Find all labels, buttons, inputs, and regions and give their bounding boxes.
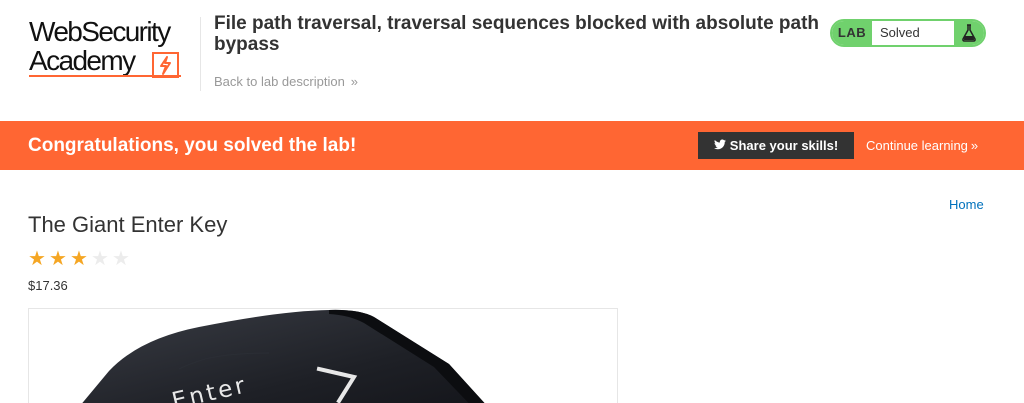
product-title: The Giant Enter Key [28,212,228,237]
share-button-label: Share your skills! [729,138,839,153]
product-image: Enter [28,308,618,403]
star-empty-icon: ★ [112,248,130,270]
home-link[interactable]: Home [949,197,984,212]
logo-underline [29,75,181,77]
star-filled-icon: ★ [70,248,88,270]
continue-learning-label: Continue learning [866,138,968,153]
double-chevron-right-icon: » [970,138,979,153]
web-security-academy-logo[interactable]: WebSecurity Academy [29,15,199,83]
header-divider [200,17,201,91]
congratulations-message: Congratulations, you solved the lab! [28,135,357,156]
twitter-icon [713,132,726,159]
product-price: $17.36 [28,278,68,293]
star-empty-icon: ★ [91,248,109,270]
lab-title: File path traversal, traversal sequences… [214,13,820,55]
solved-banner: Congratulations, you solved the lab! Sha… [0,121,1024,170]
flask-icon [954,21,984,45]
lab-header: WebSecurity Academy File path traversal,… [0,0,1024,121]
rating-stars: ★ ★ ★ ★ ★ [28,249,133,269]
logo-line2: Academy [29,45,136,76]
lab-status-widget: LAB Solved [830,19,986,47]
enter-key-illustration: Enter [82,309,485,403]
continue-learning-link[interactable]: Continue learning» [866,138,978,153]
back-to-lab-description-link[interactable]: Back to lab description » [214,74,358,89]
star-filled-icon: ★ [28,248,46,270]
share-your-skills-button[interactable]: Share your skills! [698,132,854,159]
logo-line1: WebSecurity [29,16,171,47]
back-link-label: Back to lab description [214,74,345,89]
star-filled-icon: ★ [49,248,67,270]
lab-badge: LAB [832,21,872,45]
double-chevron-right-icon: » [350,74,359,89]
lab-status-text: Solved [880,25,920,40]
